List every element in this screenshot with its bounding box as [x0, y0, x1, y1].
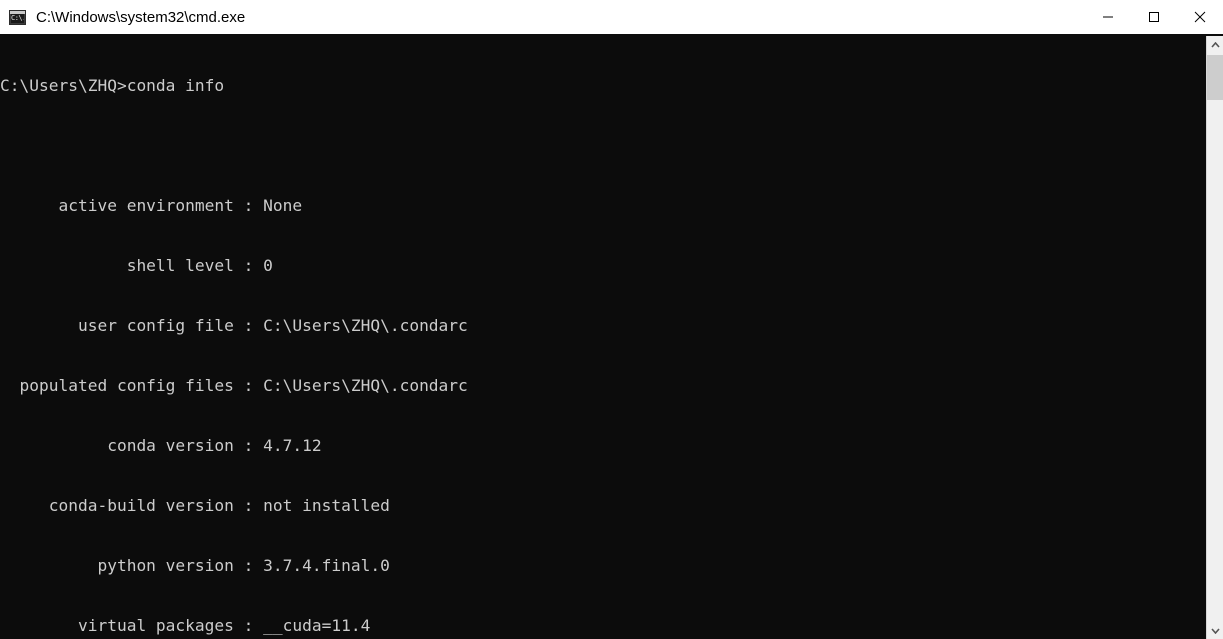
- maximize-icon: [1149, 12, 1159, 22]
- window-title: C:\Windows\system32\cmd.exe: [36, 8, 246, 26]
- window-titlebar[interactable]: C:\. C:\Windows\system32\cmd.exe: [0, 0, 1223, 36]
- console-text: C:\Users\ZHQ>conda info active environme…: [0, 36, 1206, 639]
- chevron-up-icon: [1210, 41, 1220, 48]
- cmd-exe-icon: C:\.: [9, 9, 26, 25]
- vertical-scrollbar[interactable]: [1206, 36, 1223, 639]
- console-line: populated config files : C:\Users\ZHQ\.c…: [0, 376, 468, 395]
- console-line: python version : 3.7.4.final.0: [0, 556, 390, 575]
- scrollbar-up-arrow[interactable]: [1207, 36, 1223, 53]
- window-controls: [1085, 0, 1223, 34]
- close-icon: [1194, 11, 1206, 23]
- console-output-area[interactable]: C:\Users\ZHQ>conda info active environme…: [0, 36, 1206, 639]
- console-line: active environment : None: [0, 196, 303, 215]
- console-line: virtual packages : __cuda=11.4: [0, 616, 371, 635]
- console-line: user config file : C:\Users\ZHQ\.condarc: [0, 316, 468, 335]
- close-button[interactable]: [1177, 0, 1223, 34]
- maximize-button[interactable]: [1131, 0, 1177, 34]
- cmd-window: C:\. C:\Windows\system32\cmd.exe: [0, 0, 1223, 639]
- minimize-icon: [1103, 16, 1113, 18]
- cmd-icon-prompt-glyph: C:\.: [11, 13, 24, 23]
- console-line: shell level : 0: [0, 256, 273, 275]
- console-line: conda-build version : not installed: [0, 496, 390, 515]
- scrollbar-thumb[interactable]: [1207, 55, 1223, 100]
- minimize-button[interactable]: [1085, 0, 1131, 34]
- console-prompt-line: C:\Users\ZHQ>conda info: [0, 76, 225, 95]
- console-line: conda version : 4.7.12: [0, 436, 322, 455]
- scrollbar-down-arrow[interactable]: [1207, 622, 1223, 639]
- chevron-down-icon: [1210, 627, 1220, 634]
